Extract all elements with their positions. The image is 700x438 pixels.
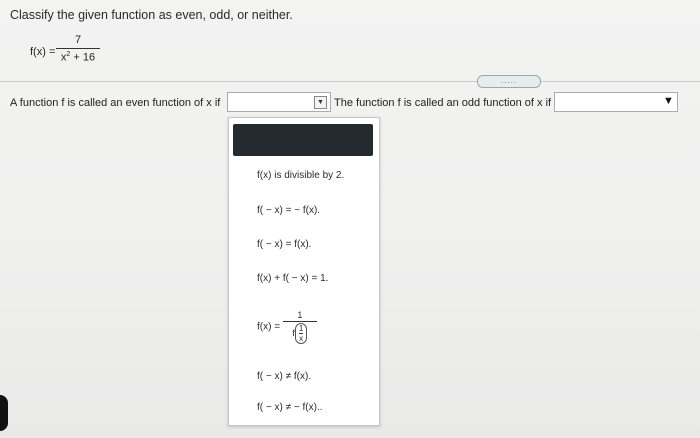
question-prompt: Classify the given function as even, odd… [10,8,293,22]
dropdown-option[interactable]: f( − x) = f(x). [257,239,311,250]
option-fraction-bar [282,321,317,322]
inner-numerator: 1 [298,324,304,333]
option-fraction-numerator: 1 [297,310,303,320]
dropdown-option[interactable]: f(x) is divisible by 2. [257,170,344,181]
inner-denominator: x [299,334,304,343]
more-options-button[interactable]: ..... [477,75,541,88]
dropdown-option[interactable]: f(x) + f( − x) = 1. [257,273,328,284]
option-inner-fraction: 1x [294,323,308,344]
dropdown-menu: f(x) is divisible by 2. f( − x) = − f(x)… [228,117,380,426]
dropdown-option[interactable]: f( − x) ≠ − f(x).. [257,402,323,413]
dropdown-option[interactable]: f( − x) ≠ f(x). [257,371,311,382]
fraction-bar [56,48,100,49]
odd-function-label: The function f is called an odd function… [334,97,552,109]
section-divider [0,81,700,82]
fraction-numerator: 7 [74,34,82,46]
odd-function-dropdown[interactable]: ▼ [554,92,678,112]
function-label: f(x) = [30,46,56,58]
dropdown-option[interactable]: f(x) = 1 f1x [257,310,317,344]
function-fraction: 7 x2 + 16 [56,34,100,64]
option-function-label: f(x) = [257,321,281,333]
fraction-denominator: x2 + 16 [56,51,100,64]
dropdown-option[interactable]: f( − x) = − f(x). [257,205,320,216]
even-function-dropdown[interactable]: ▼ [227,92,331,112]
chevron-down-icon[interactable]: ▼ [314,96,327,109]
window-edge [0,395,8,431]
even-function-label: A function f is called an even function … [10,97,221,109]
chevron-down-icon[interactable]: ▼ [663,96,674,107]
denominator-rest: + 16 [70,51,96,64]
option-fraction: 1 f1x [282,310,317,344]
option-fraction-denominator: f1x [292,323,308,344]
dropdown-selected-placeholder[interactable] [233,124,373,156]
